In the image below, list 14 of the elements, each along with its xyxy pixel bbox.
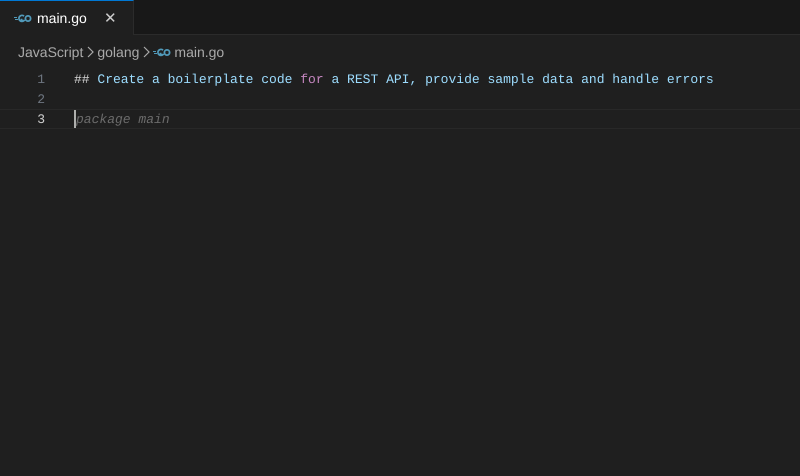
line-number: 2: [36, 92, 45, 106]
breadcrumb-item[interactable]: golang: [97, 44, 140, 60]
code-line: ## Create a boilerplate code for a REST API, provide sample data and handle errors: [74, 72, 714, 86]
editor-tab[interactable]: main.go ✕: [0, 0, 134, 35]
line-number: 3: [36, 112, 45, 126]
go-file-icon: [153, 48, 172, 56]
ghost-suggestion: package main: [76, 112, 170, 126]
line-number: 1: [36, 72, 45, 86]
breadcrumb-item[interactable]: JavaScript: [18, 44, 84, 60]
chevron-right-icon: [86, 46, 94, 58]
breadcrumb-item[interactable]: main.go: [174, 44, 224, 60]
go-file-icon: [14, 14, 32, 22]
chevron-right-icon: [142, 46, 150, 58]
text-cursor: [74, 110, 76, 128]
